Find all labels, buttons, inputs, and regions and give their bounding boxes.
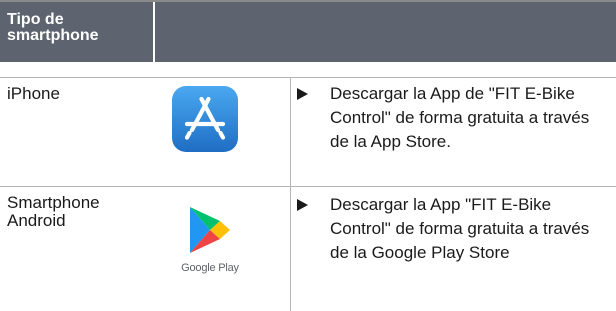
- google-play-label: Google Play: [181, 262, 239, 274]
- row-divider: [0, 186, 616, 187]
- instruction-iphone: Descargar la App de "FIT E-Bike Control"…: [330, 84, 590, 151]
- column-divider: [290, 187, 291, 311]
- row-divider: [0, 77, 616, 78]
- bullet-arrow-icon: [297, 199, 308, 211]
- instruction-android: Descargar la App "FIT E-Bike Control" de…: [330, 195, 590, 262]
- google-play-icon: [190, 207, 230, 253]
- header-title: Tipo de smartphone: [7, 11, 99, 44]
- device-name-iphone: iPhone: [7, 84, 60, 103]
- device-name-android: Smartphone Android: [7, 193, 100, 230]
- bullet-arrow-icon: [297, 88, 308, 100]
- header-cell-smartphone-type: Tipo de smartphone: [0, 2, 155, 62]
- app-store-icon: [172, 86, 238, 152]
- column-divider: [290, 78, 291, 186]
